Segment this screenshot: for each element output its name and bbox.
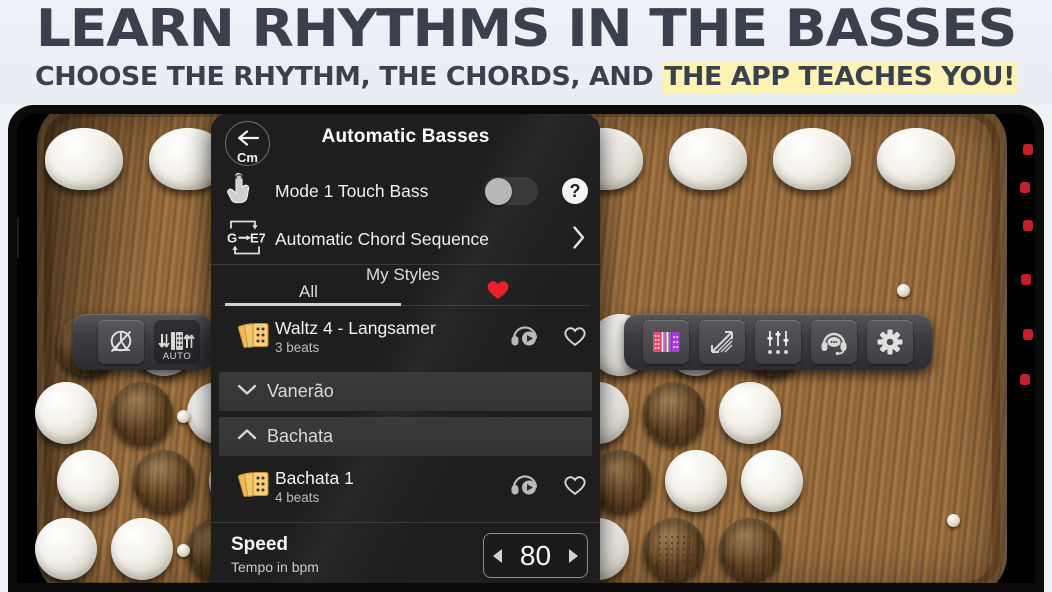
mode-touch-bass-row[interactable]: Mode 1 Touch Bass ?	[211, 167, 600, 215]
mode-touch-bass-toggle[interactable]	[484, 177, 538, 205]
bass-button[interactable]	[111, 382, 173, 444]
treble-knob[interactable]	[45, 128, 123, 190]
accordion-icon	[651, 329, 681, 355]
headset-support-button[interactable]	[811, 320, 857, 364]
favorite-heart-outline-icon[interactable]	[562, 323, 588, 352]
speed-label: Speed	[231, 534, 289, 555]
bass-button[interactable]	[741, 450, 803, 512]
back-chord-label: Cm	[237, 150, 258, 165]
chord-sequence-loop-icon: G E7	[225, 216, 266, 263]
speed-sublabel: Tempo in bpm	[231, 559, 319, 575]
headset-support-icon	[819, 329, 849, 355]
style-beats: 4 beats	[275, 489, 320, 505]
styles-tabbar: All My Styles	[211, 265, 600, 306]
promo-subtitle-plain: CHOOSE THE RHYTHM, THE CHORDS, AND	[34, 62, 663, 92]
right-toolbar	[624, 314, 932, 370]
panel-pointer	[17, 216, 19, 260]
style-name: Bachata 1	[275, 467, 354, 488]
panel-header: Cm Automatic Basses	[211, 114, 600, 167]
pearl-dot	[177, 544, 190, 557]
favorite-heart-outline-icon[interactable]	[562, 473, 588, 502]
speed-decrease-button[interactable]	[493, 548, 502, 563]
mode-touch-bass-label: Mode 1 Touch Bass	[275, 180, 429, 201]
mixer-icon	[764, 328, 792, 356]
auto-bellows-button[interactable]: AUTO	[154, 320, 200, 364]
bass-button[interactable]	[35, 518, 97, 580]
auto-label: AUTO	[162, 351, 192, 362]
bass-button[interactable]	[665, 450, 727, 512]
svg-text:G: G	[227, 230, 237, 245]
accordion-button[interactable]	[643, 320, 689, 364]
bass-button[interactable]	[719, 382, 781, 444]
metronome-off-icon	[106, 327, 136, 357]
bass-button[interactable]	[35, 382, 97, 444]
automatic-basses-panel: Cm Automatic Basses Mode 1 Touch Bass ?	[211, 114, 600, 592]
pearl-dot	[947, 514, 960, 527]
list-item-text: Bachata 1 4 beats	[211, 468, 354, 507]
style-name: Waltz 4 - Langsamer	[275, 318, 436, 338]
bass-button[interactable]	[57, 450, 119, 512]
device-frame: AUTO Cm Automatic Basses Mode 1 Touch Ba…	[8, 105, 1044, 592]
preview-headphone-icon[interactable]	[510, 474, 540, 501]
mixer-button[interactable]	[755, 320, 801, 364]
treble-knob[interactable]	[877, 128, 955, 190]
list-item[interactable]: Vanerão	[219, 372, 592, 411]
bass-button[interactable]	[665, 584, 727, 592]
automatic-chord-sequence-label: Automatic Chord Sequence	[275, 229, 490, 249]
bass-button[interactable]	[133, 450, 195, 512]
gear-icon	[876, 328, 904, 356]
favorites-heart-icon[interactable]	[485, 277, 511, 306]
tab-my-styles[interactable]: My Styles	[366, 265, 440, 285]
treble-knob[interactable]	[773, 128, 851, 190]
accordion-decoration	[1011, 124, 1033, 424]
help-button[interactable]: ?	[562, 178, 588, 204]
chevron-down-icon	[237, 383, 257, 401]
speed-stepper[interactable]: 80	[483, 533, 588, 578]
bass-button[interactable]	[111, 518, 173, 580]
promo-subtitle: CHOOSE THE RHYTHM, THE CHORDS, AND THE A…	[0, 60, 1052, 94]
pearl-dot	[897, 284, 910, 297]
panel-title: Automatic Basses	[321, 126, 490, 147]
bass-button[interactable]	[643, 518, 705, 580]
bass-button[interactable]	[57, 584, 119, 592]
left-toolbar: AUTO	[73, 314, 213, 370]
speed-value: 80	[519, 539, 552, 571]
toggle-knob	[485, 178, 512, 205]
bass-button[interactable]	[719, 518, 781, 580]
metronome-off-button[interactable]	[98, 320, 144, 364]
app-screen: AUTO Cm Automatic Basses Mode 1 Touch Ba…	[17, 114, 1035, 592]
promo-banner: LEARN RHYTHMS IN THE BASSES CHOOSE THE R…	[0, 0, 1052, 105]
automatic-chord-sequence-row[interactable]: G E7 Automatic Chord Sequence	[211, 215, 600, 265]
promo-subtitle-highlight: THE APP TEACHES YOU!	[662, 61, 1018, 93]
list-item[interactable]: Waltz 4 - Langsamer 3 beats	[211, 306, 600, 369]
speed-section: Speed Tempo in bpm 80	[211, 522, 600, 592]
promo-title: LEARN RHYTHMS IN THE BASSES	[35, 0, 1017, 59]
chevron-right-icon	[572, 225, 586, 254]
settings-button[interactable]	[867, 320, 913, 364]
preview-headphone-icon[interactable]	[510, 324, 540, 351]
svg-text:E7: E7	[250, 230, 265, 245]
pearl-dot	[177, 410, 190, 423]
bass-button[interactable]	[133, 584, 195, 592]
list-item-actions	[510, 473, 588, 502]
style-beats: 3 beats	[275, 340, 320, 355]
list-item-actions	[510, 323, 588, 352]
treble-knob[interactable]	[669, 128, 747, 190]
resize-icon	[708, 328, 736, 356]
style-card-icon	[237, 469, 272, 506]
list-item[interactable]: Bachata	[219, 417, 592, 456]
style-card-icon	[237, 319, 272, 356]
tab-all[interactable]: All	[299, 282, 318, 302]
list-item[interactable]: Bachata 1 4 beats	[211, 456, 600, 518]
resize-button[interactable]	[699, 320, 745, 364]
bass-button[interactable]	[741, 584, 803, 592]
speed-increase-button[interactable]	[569, 548, 578, 563]
chevron-up-icon	[237, 428, 257, 446]
touch-finger-icon	[225, 172, 253, 211]
bass-button[interactable]	[643, 382, 705, 444]
